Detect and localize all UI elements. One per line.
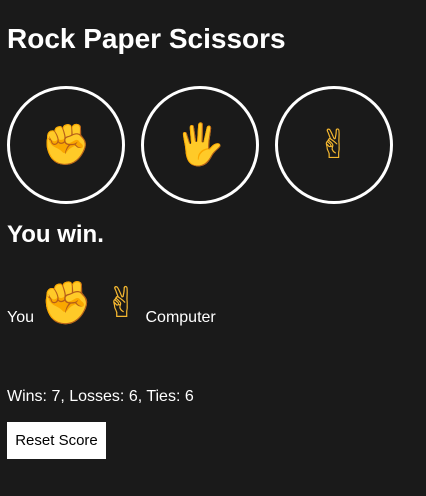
reset-score-button[interactable]: Reset Score	[7, 422, 106, 459]
computer-move-icon: ✌	[104, 278, 140, 327]
paper-button[interactable]: 🖐	[141, 86, 259, 204]
raised-fist-icon: ✊	[41, 122, 91, 168]
player-move-icon: ✊	[40, 278, 93, 327]
score-text: Wins: 7, Losses: 6, Ties: 6	[7, 388, 194, 405]
scissors-button[interactable]: ✌	[275, 86, 393, 204]
computer-label: Computer	[145, 309, 216, 326]
victory-hand-icon: ✌	[317, 122, 351, 168]
result-text: You win.	[7, 221, 104, 248]
raised-hand-icon: 🖐	[175, 122, 225, 168]
page-title: Rock Paper Scissors	[7, 23, 286, 54]
player-label: You	[7, 309, 34, 326]
choice-buttons: ✊ 🖐 ✌	[7, 86, 393, 204]
moves-display: You ✊ ✌ Computer	[7, 272, 216, 328]
rock-button[interactable]: ✊	[7, 86, 125, 204]
